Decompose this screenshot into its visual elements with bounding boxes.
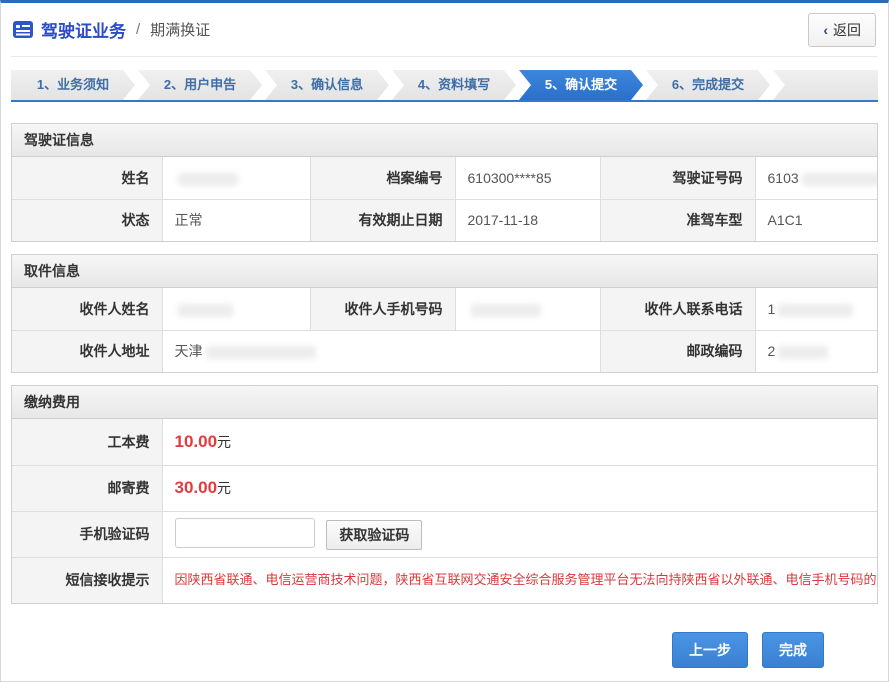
vehicle-class-value: A1C1 [755, 199, 877, 241]
step-5-confirm-submit: 5、确认提交 [519, 70, 643, 100]
table-row: 工本费 10.00元 [12, 419, 877, 465]
file-number-value: 610300****85 [455, 157, 600, 199]
sms-code-cell: 获取验证码 [162, 511, 877, 557]
mailing-fee-amount: 30.00 [175, 478, 218, 497]
finish-button[interactable]: 完成 [762, 632, 824, 668]
table-row: 状态 正常 有效期止日期 2017-11-18 准驾车型 A1C1 [12, 199, 877, 241]
redacted-recipient-phone [778, 304, 853, 317]
mailing-fee-value: 30.00元 [162, 465, 877, 511]
production-fee-amount: 10.00 [175, 432, 218, 451]
breadcrumb: 驾驶证业务 / 期满换证 [13, 17, 210, 42]
sms-code-label: 手机验证码 [12, 511, 162, 557]
section-pickup-info-title: 取件信息 [12, 255, 877, 288]
step-4-fill-data: 4、资料填写 [392, 70, 516, 100]
step-bar-filler [773, 70, 878, 100]
recipient-address-label: 收件人地址 [12, 330, 162, 372]
redacted-postal-code [778, 346, 828, 359]
table-row: 收件人地址 天津 邮政编码 2 [12, 330, 877, 372]
table-row: 收件人姓名 收件人手机号码 收件人联系电话 1 [12, 288, 877, 330]
recipient-name-label: 收件人姓名 [12, 288, 162, 330]
valid-until-value: 2017-11-18 [455, 199, 600, 241]
get-sms-code-button[interactable]: 获取验证码 [326, 520, 422, 550]
step-2-user-declaration: 2、用户申告 [138, 70, 262, 100]
name-label: 姓名 [12, 157, 162, 199]
vehicle-class-label: 准驾车型 [600, 199, 755, 241]
redacted-license-number [802, 173, 877, 186]
breadcrumb-separator: / [136, 21, 140, 38]
page-subtitle: 期满换证 [150, 19, 210, 40]
back-button[interactable]: ‹ 返回 [808, 13, 876, 47]
production-fee-value: 10.00元 [162, 419, 877, 465]
recipient-phone-label: 收件人联系电话 [600, 288, 755, 330]
file-number-label: 档案编号 [310, 157, 455, 199]
table-row: 短信接收提示 因陕西省联通、电信运营商技术问题，陕西省互联网交通安全综合服务管理… [12, 557, 877, 603]
step-3-confirm-info: 3、确认信息 [265, 70, 389, 100]
valid-until-label: 有效期止日期 [310, 199, 455, 241]
pickup-info-table: 收件人姓名 收件人手机号码 收件人联系电话 1 收件人地址 天津 邮政编码 2 [12, 288, 877, 372]
section-pickup-info: 取件信息 收件人姓名 收件人手机号码 收件人联系电话 1 收件人地址 天津 邮政… [11, 254, 878, 373]
section-license-info-title: 驾驶证信息 [12, 124, 877, 157]
redacted-recipient-name [178, 304, 233, 317]
recipient-address-value: 天津 [162, 330, 600, 372]
postal-code-label: 邮政编码 [600, 330, 755, 372]
bottom-actions: 上一步 完成 [11, 632, 878, 668]
table-row: 手机验证码 获取验证码 [12, 511, 877, 557]
mailing-fee-label: 邮寄费 [12, 465, 162, 511]
license-info-table: 姓名 档案编号 610300****85 驾驶证号码 6103 状态 正常 有效… [12, 157, 877, 241]
step-wizard: 1、业务须知 2、用户申告 3、确认信息 4、资料填写 5、确认提交 6、完成提… [11, 70, 878, 102]
recipient-name-value [162, 288, 310, 330]
status-label: 状态 [12, 199, 162, 241]
sms-notice-label: 短信接收提示 [12, 557, 162, 603]
mailing-fee-unit: 元 [217, 480, 231, 496]
back-chevron-icon: ‹ [823, 22, 828, 38]
section-fees-title: 缴纳费用 [12, 386, 877, 419]
table-row: 邮寄费 30.00元 [12, 465, 877, 511]
recipient-phone-value: 1 [755, 288, 877, 330]
previous-step-button[interactable]: 上一步 [672, 632, 748, 668]
license-number-value: 6103 [755, 157, 877, 199]
step-6-complete-submit: 6、完成提交 [646, 70, 770, 100]
sms-code-input[interactable] [175, 518, 315, 548]
redacted-name [178, 173, 238, 186]
name-value [162, 157, 310, 199]
back-button-label: 返回 [833, 20, 861, 40]
recipient-mobile-label: 收件人手机号码 [310, 288, 455, 330]
redacted-recipient-mobile [471, 304, 541, 317]
sms-notice-cell: 因陕西省联通、电信运营商技术问题，陕西省互联网交通安全综合服务管理平台无法向持陕… [162, 557, 877, 603]
page-title: 驾驶证业务 [41, 17, 126, 42]
step-1-business-notice: 1、业务须知 [11, 70, 135, 100]
redacted-recipient-address [206, 346, 316, 359]
status-value: 正常 [162, 199, 310, 241]
header: 驾驶证业务 / 期满换证 ‹ 返回 [11, 3, 878, 57]
section-license-info: 驾驶证信息 姓名 档案编号 610300****85 驾驶证号码 6103 状态… [11, 123, 878, 242]
fees-table: 工本费 10.00元 邮寄费 30.00元 手机验证码 获取验证码 短信接收提示 [12, 419, 877, 603]
postal-code-value: 2 [755, 330, 877, 372]
production-fee-unit: 元 [217, 434, 231, 450]
sms-notice-text: 因陕西省联通、电信运营商技术问题，陕西省互联网交通安全综合服务管理平台无法向持陕… [175, 567, 866, 594]
table-row: 姓名 档案编号 610300****85 驾驶证号码 6103 [12, 157, 877, 199]
page: 驾驶证业务 / 期满换证 ‹ 返回 1、业务须知 2、用户申告 3、确认信息 4… [0, 0, 889, 682]
production-fee-label: 工本费 [12, 419, 162, 465]
license-number-label: 驾驶证号码 [600, 157, 755, 199]
recipient-mobile-value [455, 288, 600, 330]
section-fees: 缴纳费用 工本费 10.00元 邮寄费 30.00元 手机验证码 获取验证码 [11, 385, 878, 604]
license-menu-icon [13, 21, 33, 38]
